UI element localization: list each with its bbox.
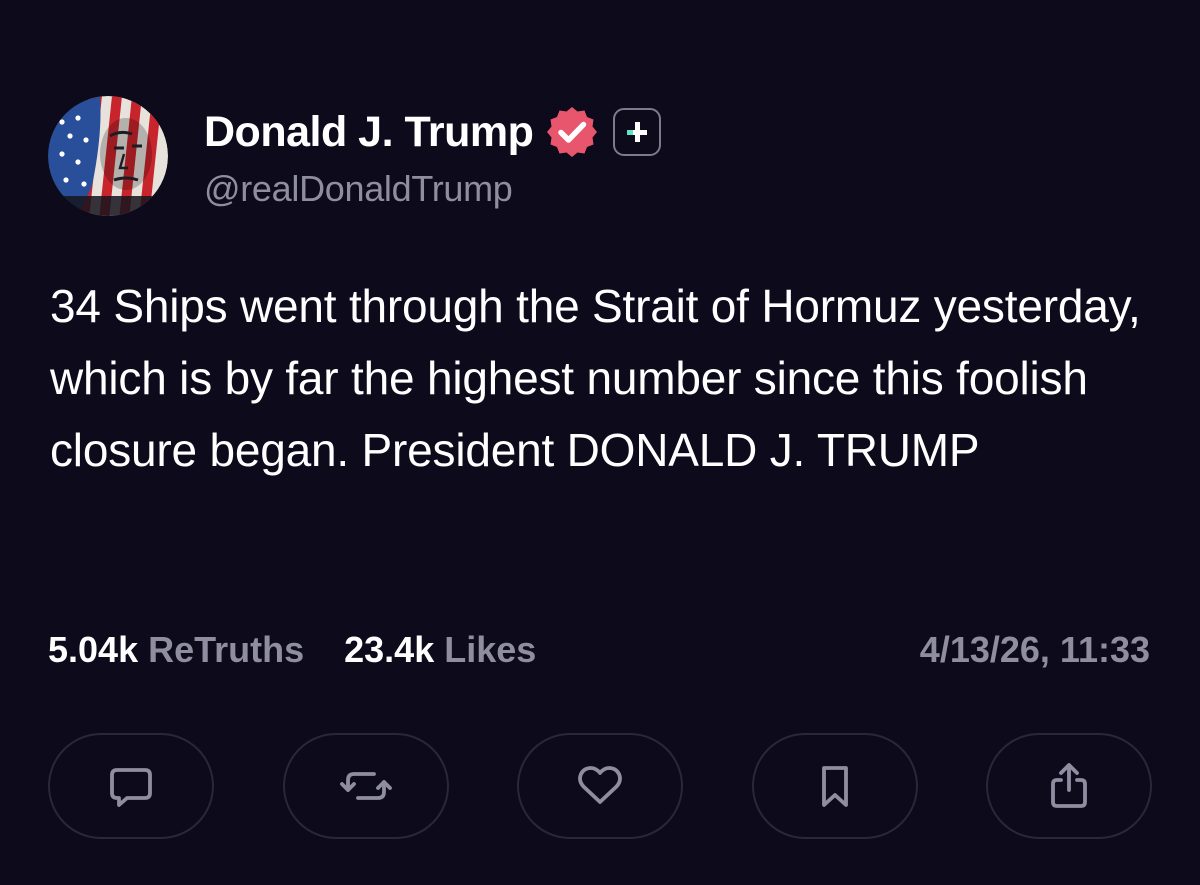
retruths-label: ReTruths: [148, 629, 305, 670]
share-button[interactable]: [986, 733, 1152, 839]
share-icon: [1051, 763, 1087, 808]
heart-icon: [578, 766, 622, 804]
plus-badge-icon: [613, 108, 662, 156]
likes-stat[interactable]: 23.4k Likes: [344, 629, 536, 671]
like-button[interactable]: [517, 733, 683, 839]
likes-label: Likes: [444, 629, 537, 670]
post-stats: 5.04k ReTruths 23.4k Likes: [48, 622, 576, 678]
retruths-count: 5.04k: [48, 629, 139, 670]
verified-badge-icon: [545, 105, 599, 159]
retruth-button[interactable]: [282, 733, 449, 839]
flag-portrait-avatar-icon: [48, 96, 168, 216]
retruths-stat[interactable]: 5.04k ReTruths: [48, 629, 304, 671]
post-text: 34 Ships went through the Strait of Horm…: [50, 280, 1141, 476]
post-card: Donald J. Trump @realDonaldTrump 34 Ship…: [0, 0, 1200, 885]
display-name[interactable]: Donald J. Trump: [204, 104, 534, 160]
retruth-icon: [339, 772, 392, 800]
action-bar: [48, 733, 1152, 839]
likes-count: 23.4k: [344, 629, 435, 670]
post-timestamp: 4/13/26, 11:33: [919, 629, 1150, 670]
username-handle[interactable]: @realDonaldTrump: [204, 168, 513, 210]
display-name-row: Donald J. Trump: [204, 104, 662, 160]
comment-icon: [110, 768, 152, 807]
bookmark-icon: [821, 766, 848, 807]
bookmark-button[interactable]: [751, 733, 918, 839]
avatar[interactable]: [48, 96, 168, 216]
reply-button[interactable]: [48, 733, 214, 839]
